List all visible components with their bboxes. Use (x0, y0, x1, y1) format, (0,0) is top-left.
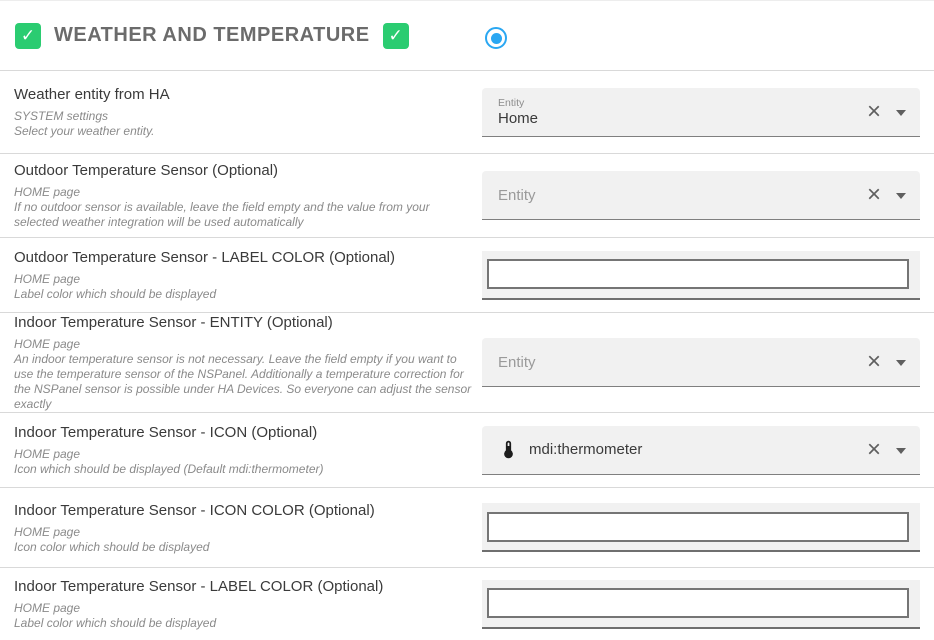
checkmark-icon: ✓ (21, 26, 35, 46)
setting-title: Outdoor Temperature Sensor (Optional) (14, 161, 472, 180)
select-value: mdi:thermometer (529, 441, 642, 459)
setting-context: HOME page (14, 185, 472, 200)
indoor-label-color-field (482, 580, 920, 629)
section-radio-selected-icon[interactable] (485, 27, 507, 49)
clear-icon[interactable]: × (867, 440, 881, 460)
setting-row-weather-entity: Weather entity from HA SYSTEM settings S… (0, 70, 934, 153)
setting-title: Indoor Temperature Sensor - ICON COLOR (… (14, 501, 472, 520)
weather-entity-select[interactable]: Entity Home × (482, 88, 920, 137)
select-placeholder: Entity (498, 354, 536, 371)
section-enabled-checkbox[interactable]: ✓ (15, 23, 41, 49)
dropdown-caret-icon[interactable] (896, 110, 906, 116)
setting-row-outdoor-label-color: Outdoor Temperature Sensor - LABEL COLOR… (0, 237, 934, 312)
outdoor-label-color-field (482, 251, 920, 300)
setting-description: Icon color which should be displayed (14, 540, 472, 555)
setting-title: Indoor Temperature Sensor - ICON (Option… (14, 423, 472, 442)
setting-title: Weather entity from HA (14, 85, 472, 104)
setting-title: Indoor Temperature Sensor - LABEL COLOR … (14, 577, 472, 596)
radio-dot (491, 33, 502, 44)
setting-row-indoor-label-color: Indoor Temperature Sensor - LABEL COLOR … (0, 567, 934, 640)
checkmark-icon: ✓ (388, 26, 402, 46)
setting-description: An indoor temperature sensor is not nece… (14, 352, 472, 412)
setting-description: Label color which should be displayed (14, 616, 472, 631)
setting-context: HOME page (14, 525, 472, 540)
dropdown-caret-icon[interactable] (896, 448, 906, 454)
dropdown-caret-icon[interactable] (896, 193, 906, 199)
dropdown-caret-icon[interactable] (896, 360, 906, 366)
section-title: WEATHER AND TEMPERATURE (54, 24, 370, 47)
setting-row-indoor-icon: Indoor Temperature Sensor - ICON (Option… (0, 412, 934, 487)
clear-icon[interactable]: × (867, 185, 881, 205)
outdoor-temp-entity-select[interactable]: Entity × (482, 171, 920, 220)
indoor-label-color-input[interactable] (487, 588, 909, 618)
select-value: Home (498, 110, 867, 128)
indoor-temp-entity-select[interactable]: Entity × (482, 338, 920, 387)
weather-temperature-settings-panel: ✓ WEATHER AND TEMPERATURE ✓ Weather enti… (0, 0, 934, 640)
setting-row-outdoor-temp-entity: Outdoor Temperature Sensor (Optional) HO… (0, 153, 934, 237)
setting-title: Outdoor Temperature Sensor - LABEL COLOR… (14, 248, 472, 267)
indoor-icon-color-input[interactable] (487, 512, 909, 542)
indoor-icon-select[interactable]: mdi:thermometer × (482, 426, 920, 475)
setting-title: Indoor Temperature Sensor - ENTITY (Opti… (14, 313, 472, 332)
thermometer-icon (498, 439, 519, 460)
setting-context: HOME page (14, 601, 472, 616)
outdoor-label-color-input[interactable] (487, 259, 909, 289)
setting-description: Icon which should be displayed (Default … (14, 462, 472, 477)
setting-description: Select your weather entity. (14, 124, 472, 139)
clear-icon[interactable]: × (867, 352, 881, 372)
indoor-icon-color-field (482, 503, 920, 552)
setting-context: HOME page (14, 272, 472, 287)
clear-icon[interactable]: × (867, 102, 881, 122)
setting-row-indoor-icon-color: Indoor Temperature Sensor - ICON COLOR (… (0, 487, 934, 567)
section-header: ✓ WEATHER AND TEMPERATURE ✓ (0, 0, 934, 70)
setting-context: SYSTEM settings (14, 109, 472, 124)
setting-context: HOME page (14, 337, 472, 352)
select-placeholder: Entity (498, 187, 536, 204)
select-floating-label: Entity (498, 97, 867, 110)
section-secondary-checkbox[interactable]: ✓ (383, 23, 409, 49)
setting-description: If no outdoor sensor is available, leave… (14, 200, 472, 230)
setting-context: HOME page (14, 447, 472, 462)
setting-description: Label color which should be displayed (14, 287, 472, 302)
setting-row-indoor-temp-entity: Indoor Temperature Sensor - ENTITY (Opti… (0, 312, 934, 412)
